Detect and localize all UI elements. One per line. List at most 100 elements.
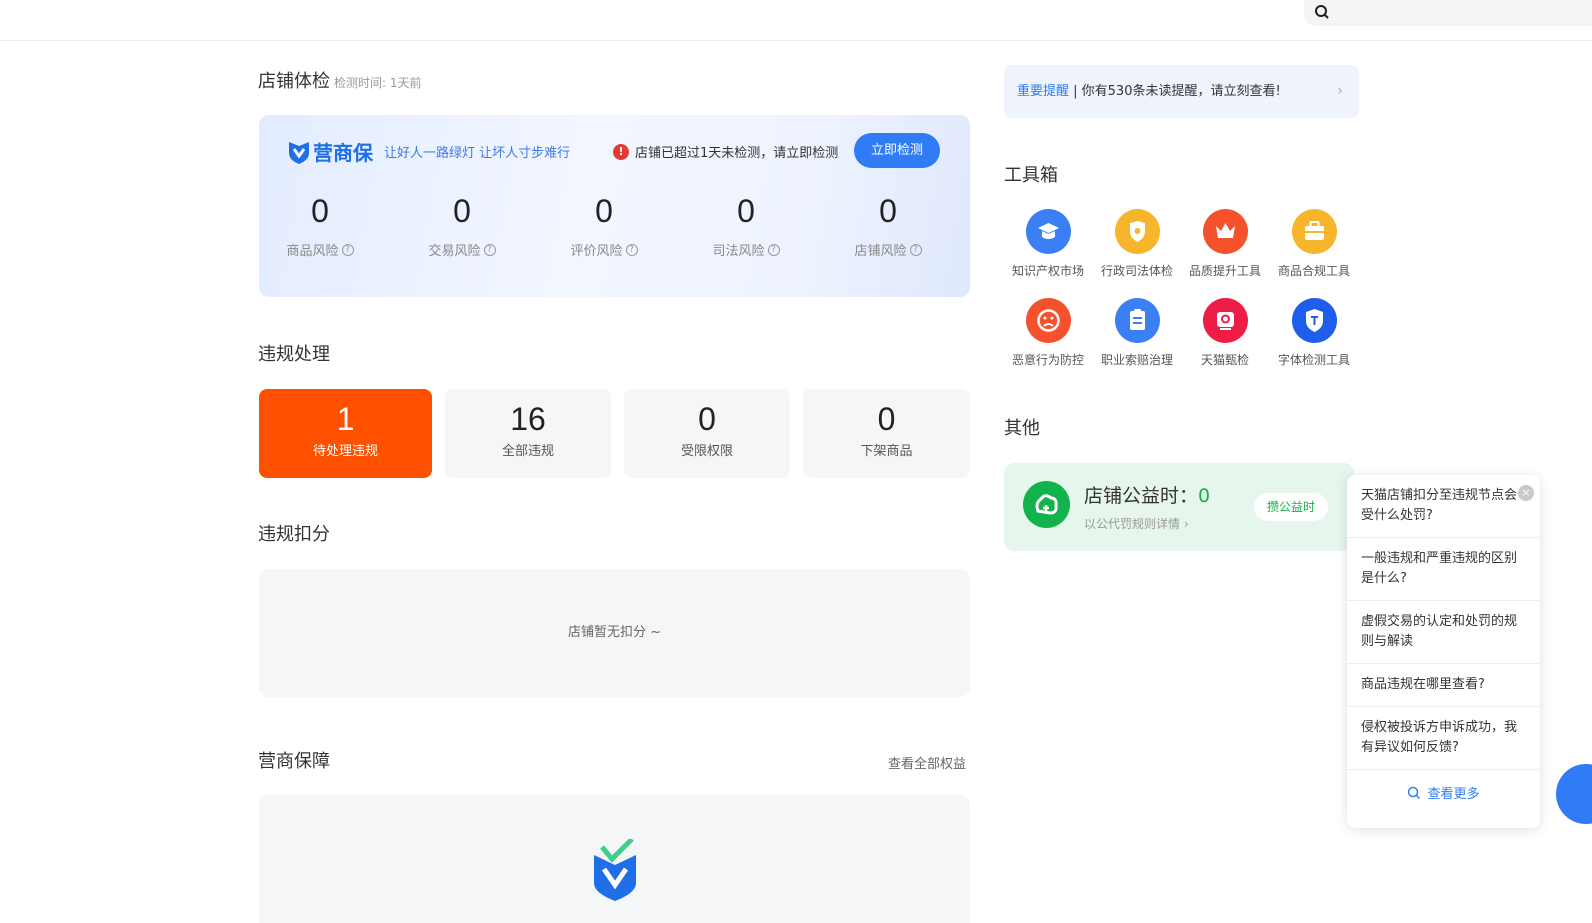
faq-item[interactable]: 一般违规和严重违规的区别是什么?	[1347, 538, 1540, 601]
help-icon[interactable]: ?	[767, 243, 780, 256]
tool-label: 品质提升工具	[1188, 264, 1261, 278]
risk-item-review[interactable]: 0 评价风险?	[544, 193, 664, 259]
tool-label: 天猫甄检	[1200, 353, 1249, 367]
health-title: 店铺体检	[258, 71, 330, 92]
claim-document-icon	[1114, 298, 1160, 343]
check-time: 检测时间: 1天前	[334, 76, 422, 90]
view-more-text: 查看更多	[1427, 787, 1480, 802]
close-icon[interactable]: ×	[1518, 485, 1534, 501]
tool-admin-judicial[interactable]: 行政司法体检	[1093, 209, 1181, 279]
search-box[interactable]	[1304, 0, 1592, 26]
welfare-title: 店铺公益时：0	[1084, 481, 1210, 508]
pending-violation-box[interactable]: 1 待处理违规	[259, 389, 432, 478]
guarantee-shield-icon	[594, 839, 636, 901]
risk-value: 0	[595, 193, 613, 229]
other-section-title: 其他	[1004, 418, 1040, 439]
tool-quality-improve[interactable]: 品质提升工具	[1181, 209, 1269, 279]
violation-label: 下架商品	[860, 444, 913, 459]
view-all-benefits-link[interactable]: 查看全部权益	[888, 753, 966, 772]
violation-label: 全部违规	[501, 444, 554, 459]
warning-icon: !	[613, 143, 629, 160]
check-now-button[interactable]: 立即检测	[854, 133, 940, 168]
tool-claim-governance[interactable]: 职业索赔治理	[1093, 298, 1181, 368]
guarantee-card	[259, 795, 970, 923]
chevron-right-icon: ›	[1337, 83, 1343, 99]
tool-goods-compliance[interactable]: 商品合规工具	[1270, 209, 1358, 279]
tool-tmall-inspection[interactable]: 天猫甄检	[1181, 298, 1269, 368]
tool-ip-market[interactable]: 知识产权市场	[1004, 209, 1092, 279]
deduction-empty-state: 店铺暂无扣分 ~	[259, 569, 970, 697]
brand-slogan: 让好人一路绿灯 让坏人寸步难行	[384, 146, 571, 161]
search-icon	[1408, 786, 1421, 799]
welfare-card: 店铺公益时：0 以公代罚规则详情 › 攒公益时	[1004, 463, 1354, 551]
notice-highlight: 重要提醒	[1017, 84, 1070, 99]
sad-face-icon	[1025, 298, 1071, 343]
risk-item-judicial[interactable]: 0 司法风险?	[686, 193, 806, 259]
important-notice-bar[interactable]: 重要提醒 | 你有530条未读提醒，请立刻查看! ›	[1004, 65, 1359, 118]
tool-label: 恶意行为防控	[1011, 353, 1084, 367]
risk-label: 商品风险	[286, 244, 339, 259]
health-card: 营商保 让好人一路绿灯 让坏人寸步难行 ! 店铺已超过1天未检测，请立即检测 立…	[259, 115, 970, 297]
toolbox-section-title: 工具箱	[1004, 165, 1058, 186]
welfare-value: 0	[1198, 485, 1211, 507]
risk-item-store[interactable]: 0 店铺风险?	[828, 193, 948, 259]
help-icon[interactable]: ?	[483, 243, 496, 256]
risk-value: 0	[453, 193, 471, 229]
inspection-icon	[1202, 298, 1248, 343]
shield-badge-icon	[1114, 209, 1160, 254]
tool-label: 职业索赔治理	[1100, 353, 1173, 367]
risk-item-trade[interactable]: 0 交易风险?	[402, 193, 522, 259]
view-more-link[interactable]: 查看更多	[1347, 770, 1540, 802]
faq-item[interactable]: 虚假交易的认定和处罚的规则与解读	[1347, 601, 1540, 664]
brand-logo: 营商保	[287, 137, 373, 166]
faq-panel: × 天猫店铺扣分至违规节点会受什么处罚? 一般违规和严重违规的区别是什么? 虚假…	[1347, 475, 1540, 828]
restricted-permission-box[interactable]: 0 受限权限	[624, 389, 790, 478]
risk-value: 0	[879, 193, 897, 229]
all-violation-box[interactable]: 16 全部违规	[445, 389, 611, 478]
brand-shield-icon	[289, 141, 309, 164]
faq-item[interactable]: 商品违规在哪里查看?	[1347, 664, 1540, 707]
violation-label: 受限权限	[680, 444, 733, 459]
warning-text: 店铺已超过1天未检测，请立即检测	[635, 146, 839, 161]
assistant-float-button[interactable]	[1556, 764, 1592, 824]
earn-welfare-button[interactable]: 攒公益时	[1254, 493, 1328, 521]
welfare-title-text: 店铺公益时：	[1084, 485, 1199, 507]
tool-label: 知识产权市场	[1011, 264, 1084, 278]
graduation-cap-icon	[1025, 209, 1071, 254]
help-icon[interactable]: ?	[625, 243, 638, 256]
font-shield-icon	[1291, 298, 1337, 343]
tool-malicious-prevention[interactable]: 恶意行为防控	[1004, 298, 1092, 368]
violation-count: 16	[510, 401, 546, 437]
violation-label: 待处理违规	[312, 444, 378, 459]
guarantee-section-title: 营商保障	[258, 751, 330, 772]
notice-text: | 你有530条未读提醒，请立刻查看!	[1069, 84, 1281, 99]
risk-label: 评价风险	[570, 244, 623, 259]
help-icon[interactable]: ?	[909, 243, 922, 256]
risk-label: 交易风险	[428, 244, 481, 259]
risk-label: 店铺风险	[854, 244, 907, 259]
delisted-goods-box[interactable]: 0 下架商品	[803, 389, 970, 478]
risk-item-goods[interactable]: 0 商品风险?	[260, 193, 380, 259]
violation-count: 0	[877, 401, 896, 437]
tool-font-detection[interactable]: 字体检测工具	[1270, 298, 1358, 368]
crown-icon	[1202, 209, 1248, 254]
risk-label: 司法风险	[712, 244, 765, 259]
search-icon[interactable]	[1314, 4, 1330, 20]
top-bar	[0, 0, 1592, 41]
risk-value: 0	[311, 193, 329, 229]
check-warning: ! 店铺已超过1天未检测，请立即检测	[613, 142, 838, 161]
faq-item[interactable]: 天猫店铺扣分至违规节点会受什么处罚?	[1347, 475, 1540, 538]
risk-value: 0	[737, 193, 755, 229]
tool-label: 字体检测工具	[1277, 353, 1350, 367]
welfare-rules-link[interactable]: 以公代罚规则详情 ›	[1084, 515, 1189, 532]
faq-item[interactable]: 侵权被投诉方申诉成功，我有异议如何反馈?	[1347, 707, 1540, 770]
violation-count: 0	[698, 401, 716, 437]
deduction-section-title: 违规扣分	[258, 524, 330, 545]
violation-section-title: 违规处理	[258, 344, 330, 365]
tool-label: 行政司法体检	[1100, 264, 1173, 278]
briefcase-icon	[1291, 209, 1337, 254]
welfare-icon	[1023, 481, 1070, 528]
violation-count: 1	[336, 401, 355, 437]
brand-name: 营商保	[313, 141, 373, 165]
help-icon[interactable]: ?	[341, 243, 354, 256]
